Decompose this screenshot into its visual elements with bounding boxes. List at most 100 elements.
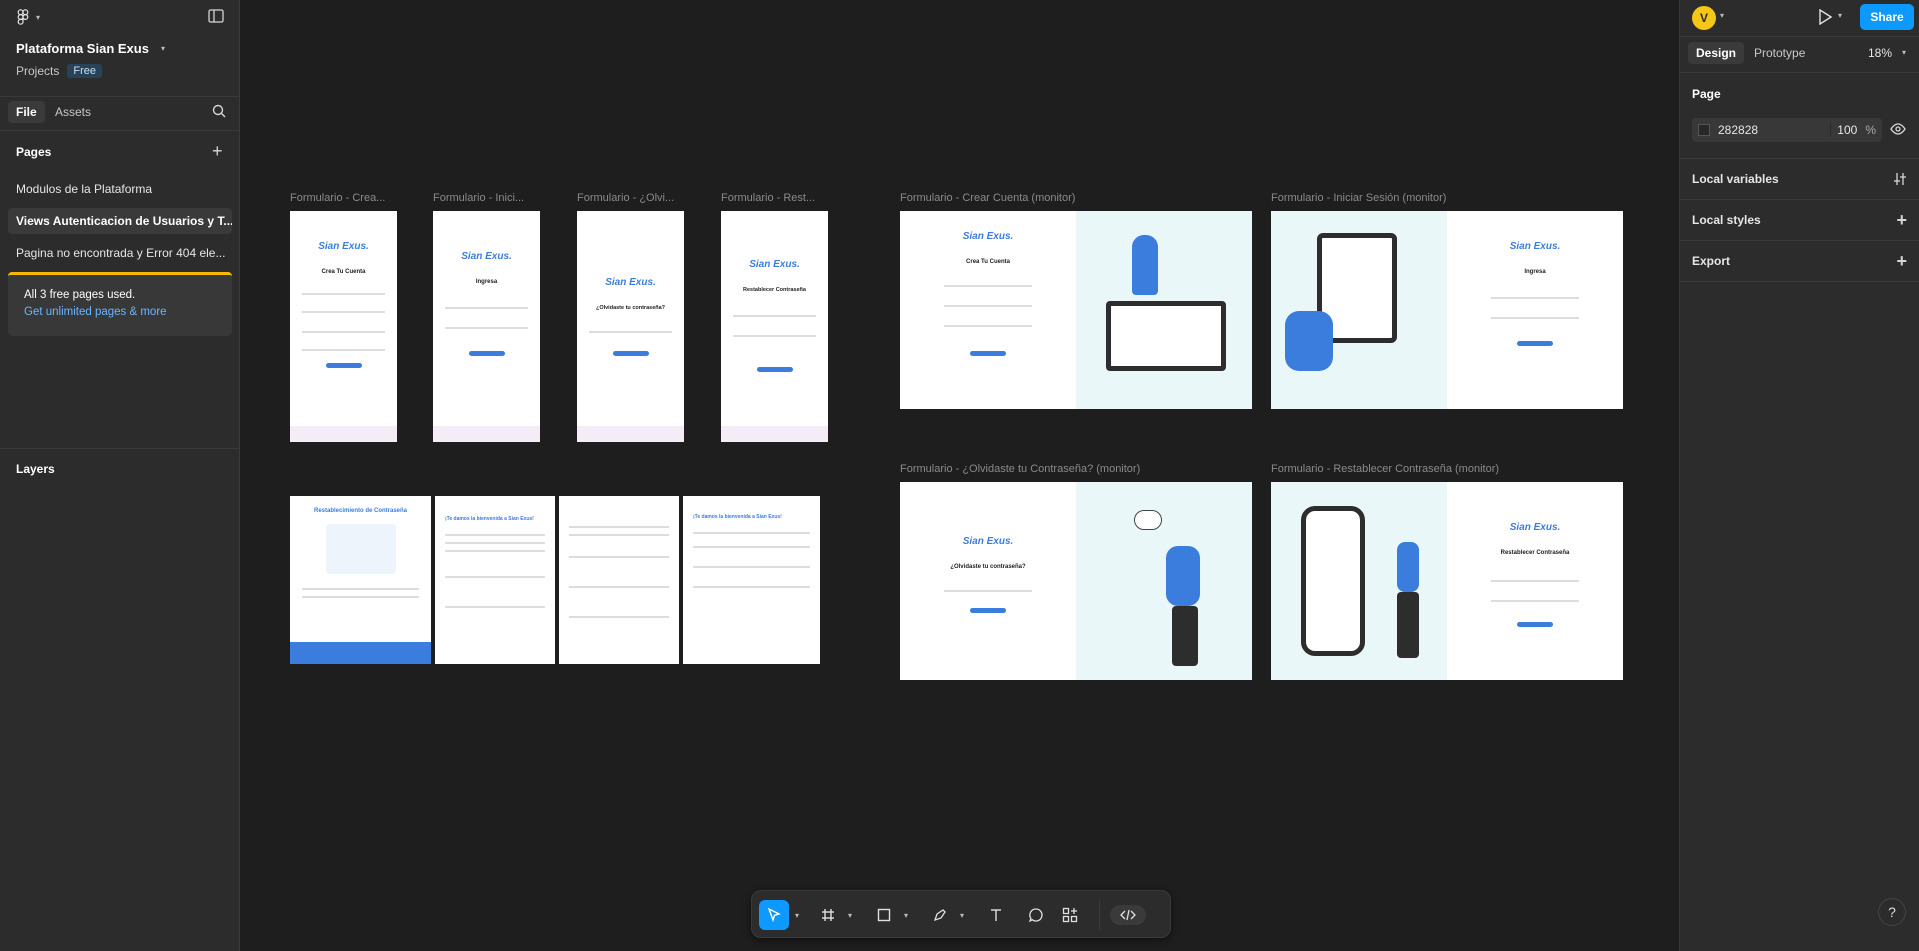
page-item-selected[interactable]: Views Autenticacion de Usuarios y T... <box>8 208 232 234</box>
pages-heading: Pages <box>16 145 52 159</box>
chevron-down-icon[interactable]: ▾ <box>957 900 967 930</box>
local-variables-row[interactable]: Local variables <box>1692 159 1907 199</box>
tab-assets[interactable]: Assets <box>55 101 91 123</box>
bg-hex-value[interactable]: 282828 <box>1718 123 1830 137</box>
actions-icon <box>1062 907 1078 923</box>
chevron-down-icon[interactable]: ▾ <box>1720 11 1724 20</box>
pages-limit-notice: All 3 free pages used. Get unlimited pag… <box>8 272 232 336</box>
text-tool-button[interactable] <box>983 900 1009 930</box>
toggle-sidebar-icon[interactable] <box>208 9 224 23</box>
frame-label[interactable]: Formulario - Restablecer Contraseña (mon… <box>1271 463 1499 475</box>
help-icon[interactable]: ? <box>1878 898 1906 926</box>
tab-prototype[interactable]: Prototype <box>1754 42 1805 64</box>
comment-tool-button[interactable] <box>1023 900 1049 930</box>
page-item[interactable]: Modulos de la Plataforma <box>8 176 232 202</box>
main-menu-button[interactable]: ▾ <box>16 8 40 26</box>
email-frame-mensaje[interactable] <box>559 496 679 664</box>
frame-label[interactable]: Formulario - Rest... <box>721 192 829 204</box>
right-panel: V ▾ ▾ Share Design Prototype 18% ▾ Page … <box>1679 0 1919 951</box>
avatar[interactable]: V <box>1692 6 1716 30</box>
page-background-field[interactable]: 282828 100 % <box>1692 118 1882 142</box>
brand-logo: Sian Exus. <box>962 536 1014 547</box>
frame-title: ¿Olvidaste tu contraseña? <box>595 305 666 311</box>
chevron-down-icon[interactable]: ▾ <box>1838 11 1842 20</box>
illustration-phone <box>1271 482 1447 680</box>
add-icon[interactable]: + <box>1896 251 1907 272</box>
variables-icon[interactable] <box>1893 172 1907 186</box>
pen-tool-button[interactable] <box>927 900 953 930</box>
brand-logo: Sian Exus. <box>962 231 1014 242</box>
mobile-frame-olvidaste[interactable]: Sian Exus. ¿Olvidaste tu contraseña? <box>577 211 684 442</box>
export-row[interactable]: Export + <box>1692 241 1907 281</box>
pen-icon <box>933 908 947 922</box>
frame-title: ¿Olvidaste tu contraseña? <box>950 564 1026 570</box>
frame-label[interactable]: Formulario - ¿Olvidaste tu Contraseña? (… <box>900 463 1140 475</box>
frame-label[interactable]: Formulario - Inici... <box>433 192 541 204</box>
frame-tool-button[interactable] <box>815 900 841 930</box>
file-name-menu[interactable]: Plataforma Sian Exus ▾ <box>16 41 165 56</box>
frame-title: Ingresa <box>475 279 498 285</box>
page-section-title: Page <box>1692 87 1721 101</box>
eye-icon[interactable] <box>1890 122 1906 136</box>
projects-link[interactable]: Projects <box>16 64 59 78</box>
mobile-frame-restablecer[interactable]: Sian Exus. Restablecer Contraseña <box>721 211 828 442</box>
frame-label[interactable]: Formulario - Crea... <box>290 192 398 204</box>
rectangle-icon <box>877 908 891 922</box>
figma-logo-icon <box>16 9 30 25</box>
tab-design[interactable]: Design <box>1688 42 1745 64</box>
code-icon <box>1109 905 1146 925</box>
local-styles-label: Local styles <box>1692 213 1761 227</box>
plan-badge: Free <box>67 64 102 78</box>
actions-tool-button[interactable] <box>1057 900 1083 930</box>
notice-text: All 3 free pages used. <box>24 289 136 301</box>
play-icon[interactable] <box>1818 9 1832 25</box>
brand-logo: Sian Exus. <box>461 251 512 262</box>
frame-label[interactable]: Formulario - Crear Cuenta (monitor) <box>900 192 1075 204</box>
email-frame-restablecimiento[interactable]: Restablecimiento de Contraseña <box>290 496 431 664</box>
brand-logo: Sian Exus. <box>1509 522 1561 533</box>
chevron-down-icon[interactable]: ▾ <box>901 900 911 930</box>
dev-mode-toggle[interactable] <box>1099 900 1155 930</box>
frame-icon <box>821 908 835 922</box>
opacity-value[interactable]: 100 <box>1830 123 1857 137</box>
chevron-down-icon[interactable]: ▾ <box>1902 48 1906 57</box>
upgrade-link[interactable]: Get unlimited pages & more <box>24 306 232 318</box>
chevron-down-icon: ▾ <box>36 12 41 22</box>
mobile-frame-crear-cuenta[interactable]: Sian Exus. Crea Tu Cuenta <box>290 211 397 442</box>
chevron-down-icon[interactable]: ▾ <box>792 900 802 930</box>
email-frame-bienvenida[interactable]: ¡Te damos la bienvenida a Sian Exus! <box>435 496 555 664</box>
page-item[interactable]: Pagina no encontrada y Error 404 ele... <box>8 240 232 266</box>
export-label: Export <box>1692 254 1731 268</box>
comment-icon <box>1028 907 1044 923</box>
add-icon[interactable]: + <box>1896 210 1907 231</box>
brand-logo: Sian Exus. <box>1509 241 1561 252</box>
email-title: ¡Te damos la bienvenida a Sian Exus! <box>445 516 534 522</box>
mobile-frame-ingresa[interactable]: Sian Exus. Ingresa <box>433 211 540 442</box>
share-button[interactable]: Share <box>1860 4 1914 30</box>
color-swatch[interactable] <box>1698 124 1710 136</box>
local-styles-row[interactable]: Local styles + <box>1692 200 1907 240</box>
cursor-icon <box>767 908 781 922</box>
move-tool-button[interactable] <box>759 900 789 930</box>
local-variables-label: Local variables <box>1692 172 1779 186</box>
zoom-level[interactable]: 18% <box>1868 42 1892 64</box>
monitor-frame-restablecer[interactable]: Sian Exus. Restablecer Contraseña <box>1271 482 1623 680</box>
chevron-down-icon[interactable]: ▾ <box>845 900 855 930</box>
monitor-frame-crear-cuenta[interactable]: Sian Exus. Crea Tu Cuenta <box>900 211 1252 409</box>
illustration-thinking <box>1076 482 1252 680</box>
chevron-down-icon: ▾ <box>160 44 165 53</box>
frame-label[interactable]: Formulario - ¿Olvi... <box>577 192 685 204</box>
add-page-icon[interactable]: + <box>212 142 223 160</box>
shape-tool-button[interactable] <box>871 900 897 930</box>
brand-logo: Sian Exus. <box>749 259 800 270</box>
file-name: Plataforma Sian Exus <box>16 41 149 56</box>
frame-title: Restablecer Contraseña <box>743 287 806 293</box>
monitor-frame-olvidaste[interactable]: Sian Exus. ¿Olvidaste tu contraseña? <box>900 482 1252 680</box>
tab-file[interactable]: File <box>8 101 45 123</box>
canvas[interactable]: Formulario - Crea... Formulario - Inici.… <box>241 0 1679 951</box>
frame-label[interactable]: Formulario - Iniciar Sesión (monitor) <box>1271 192 1446 204</box>
email-frame-bienvenida-2[interactable]: ¡Te damos la bienvenida a Sian Exus! <box>683 496 820 664</box>
frame-title: Crea Tu Cuenta <box>966 259 1010 265</box>
monitor-frame-ingresa[interactable]: Sian Exus. Ingresa <box>1271 211 1623 409</box>
search-icon[interactable] <box>212 104 226 118</box>
